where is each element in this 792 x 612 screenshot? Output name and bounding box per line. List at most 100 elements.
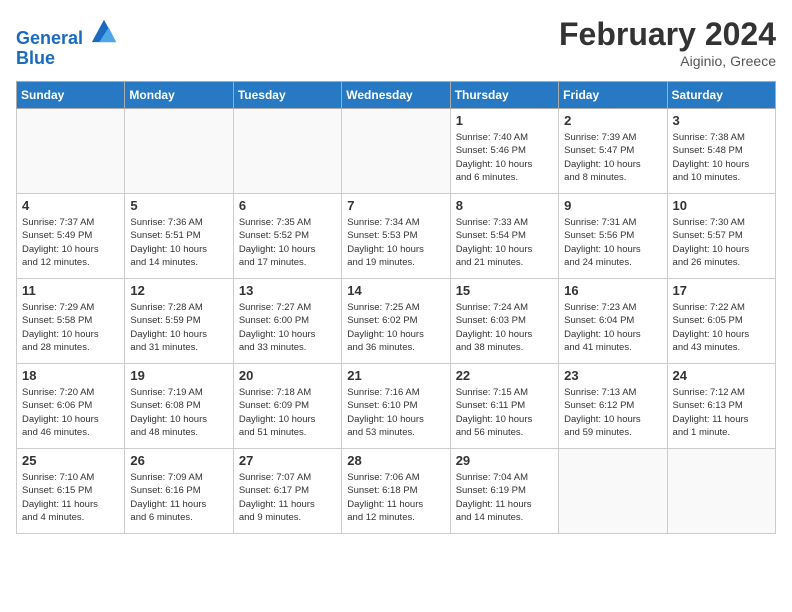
day-number: 19 <box>130 368 227 383</box>
day-info: Sunrise: 7:39 AM Sunset: 5:47 PM Dayligh… <box>564 131 661 184</box>
calendar-cell <box>667 449 775 534</box>
day-number: 25 <box>22 453 119 468</box>
calendar-cell: 12 Sunrise: 7:28 AM Sunset: 5:59 PM Dayli… <box>125 279 233 364</box>
day-info: Sunrise: 7:10 AM Sunset: 6:15 PM Dayligh… <box>22 471 119 524</box>
week-row-4: 18 Sunrise: 7:20 AM Sunset: 6:06 PM Dayli… <box>17 364 776 449</box>
day-info: Sunrise: 7:28 AM Sunset: 5:59 PM Dayligh… <box>130 301 227 354</box>
weekday-header-saturday: Saturday <box>667 82 775 109</box>
day-number: 21 <box>347 368 444 383</box>
calendar-cell: 25 Sunrise: 7:10 AM Sunset: 6:15 PM Dayli… <box>17 449 125 534</box>
calendar-cell: 4Sunrise: 7:37 AM Sunset: 5:49 PM Daylig… <box>17 194 125 279</box>
day-number: 6 <box>239 198 336 213</box>
day-info: Sunrise: 7:24 AM Sunset: 6:03 PM Dayligh… <box>456 301 553 354</box>
calendar-cell: 26Sunrise: 7:09 AM Sunset: 6:16 PM Dayli… <box>125 449 233 534</box>
calendar-cell: 1Sunrise: 7:40 AM Sunset: 5:46 PM Daylig… <box>450 109 558 194</box>
day-number: 11 <box>22 283 119 298</box>
day-info: Sunrise: 7:07 AM Sunset: 6:17 PM Dayligh… <box>239 471 336 524</box>
calendar-cell: 22 Sunrise: 7:15 AM Sunset: 6:11 PM Dayli… <box>450 364 558 449</box>
location: Aiginio, Greece <box>559 53 776 69</box>
day-info: Sunrise: 7:36 AM Sunset: 5:51 PM Dayligh… <box>130 216 227 269</box>
day-number: 2 <box>564 113 661 128</box>
day-info: Sunrise: 7:19 AM Sunset: 6:08 PM Dayligh… <box>130 386 227 439</box>
logo: General Blue <box>16 16 118 69</box>
day-number: 3 <box>673 113 770 128</box>
day-info: Sunrise: 7:27 AM Sunset: 6:00 PM Dayligh… <box>239 301 336 354</box>
calendar-cell: 6 Sunrise: 7:35 AM Sunset: 5:52 PM Daylig… <box>233 194 341 279</box>
day-info: Sunrise: 7:25 AM Sunset: 6:02 PM Dayligh… <box>347 301 444 354</box>
day-info: Sunrise: 7:38 AM Sunset: 5:48 PM Dayligh… <box>673 131 770 184</box>
calendar-cell: 8 Sunrise: 7:33 AM Sunset: 5:54 PM Daylig… <box>450 194 558 279</box>
day-info: Sunrise: 7:30 AM Sunset: 5:57 PM Dayligh… <box>673 216 770 269</box>
day-info: Sunrise: 7:34 AM Sunset: 5:53 PM Dayligh… <box>347 216 444 269</box>
weekday-header-tuesday: Tuesday <box>233 82 341 109</box>
day-number: 28 <box>347 453 444 468</box>
calendar-cell: 28 Sunrise: 7:06 AM Sunset: 6:18 PM Dayli… <box>342 449 450 534</box>
week-row-3: 11 Sunrise: 7:29 AM Sunset: 5:58 PM Dayli… <box>17 279 776 364</box>
day-number: 1 <box>456 113 553 128</box>
calendar-cell: 9 Sunrise: 7:31 AM Sunset: 5:56 PM Daylig… <box>559 194 667 279</box>
calendar-cell: 18 Sunrise: 7:20 AM Sunset: 6:06 PM Dayli… <box>17 364 125 449</box>
calendar-cell: 17Sunrise: 7:22 AM Sunset: 6:05 PM Dayli… <box>667 279 775 364</box>
day-info: Sunrise: 7:06 AM Sunset: 6:18 PM Dayligh… <box>347 471 444 524</box>
logo-text: General <box>16 16 118 49</box>
weekday-header-thursday: Thursday <box>450 82 558 109</box>
weekday-header-sunday: Sunday <box>17 82 125 109</box>
day-number: 29 <box>456 453 553 468</box>
title-section: February 2024 Aiginio, Greece <box>559 16 776 69</box>
day-number: 16 <box>564 283 661 298</box>
day-info: Sunrise: 7:04 AM Sunset: 6:19 PM Dayligh… <box>456 471 553 524</box>
day-number: 7 <box>347 198 444 213</box>
calendar-cell: 23 Sunrise: 7:13 AM Sunset: 6:12 PM Dayli… <box>559 364 667 449</box>
day-number: 24 <box>673 368 770 383</box>
day-number: 10 <box>673 198 770 213</box>
day-info: Sunrise: 7:20 AM Sunset: 6:06 PM Dayligh… <box>22 386 119 439</box>
logo-text2: Blue <box>16 49 118 69</box>
day-number: 26 <box>130 453 227 468</box>
weekday-header-row: SundayMondayTuesdayWednesdayThursdayFrid… <box>17 82 776 109</box>
calendar-cell: 13 Sunrise: 7:27 AM Sunset: 6:00 PM Dayli… <box>233 279 341 364</box>
day-info: Sunrise: 7:29 AM Sunset: 5:58 PM Dayligh… <box>22 301 119 354</box>
weekday-header-friday: Friday <box>559 82 667 109</box>
day-number: 22 <box>456 368 553 383</box>
day-number: 14 <box>347 283 444 298</box>
calendar-cell: 14 Sunrise: 7:25 AM Sunset: 6:02 PM Dayli… <box>342 279 450 364</box>
day-number: 12 <box>130 283 227 298</box>
month-title: February 2024 <box>559 16 776 53</box>
day-number: 8 <box>456 198 553 213</box>
day-info: Sunrise: 7:23 AM Sunset: 6:04 PM Dayligh… <box>564 301 661 354</box>
logo-icon <box>90 16 118 44</box>
day-info: Sunrise: 7:12 AM Sunset: 6:13 PM Dayligh… <box>673 386 770 439</box>
day-number: 9 <box>564 198 661 213</box>
day-info: Sunrise: 7:13 AM Sunset: 6:12 PM Dayligh… <box>564 386 661 439</box>
calendar-cell: 20 Sunrise: 7:18 AM Sunset: 6:09 PM Dayli… <box>233 364 341 449</box>
day-number: 18 <box>22 368 119 383</box>
day-number: 5 <box>130 198 227 213</box>
calendar-cell: 27 Sunrise: 7:07 AM Sunset: 6:17 PM Dayli… <box>233 449 341 534</box>
calendar-cell: 11 Sunrise: 7:29 AM Sunset: 5:58 PM Dayli… <box>17 279 125 364</box>
calendar-cell: 29 Sunrise: 7:04 AM Sunset: 6:19 PM Dayli… <box>450 449 558 534</box>
day-number: 13 <box>239 283 336 298</box>
calendar-table: SundayMondayTuesdayWednesdayThursdayFrid… <box>16 81 776 534</box>
day-number: 23 <box>564 368 661 383</box>
calendar-cell <box>125 109 233 194</box>
day-info: Sunrise: 7:18 AM Sunset: 6:09 PM Dayligh… <box>239 386 336 439</box>
calendar-cell: 3 Sunrise: 7:38 AM Sunset: 5:48 PM Daylig… <box>667 109 775 194</box>
day-info: Sunrise: 7:35 AM Sunset: 5:52 PM Dayligh… <box>239 216 336 269</box>
week-row-2: 4Sunrise: 7:37 AM Sunset: 5:49 PM Daylig… <box>17 194 776 279</box>
calendar-cell: 10 Sunrise: 7:30 AM Sunset: 5:57 PM Dayli… <box>667 194 775 279</box>
calendar-cell <box>233 109 341 194</box>
day-info: Sunrise: 7:31 AM Sunset: 5:56 PM Dayligh… <box>564 216 661 269</box>
calendar-cell: 15Sunrise: 7:24 AM Sunset: 6:03 PM Dayli… <box>450 279 558 364</box>
day-info: Sunrise: 7:22 AM Sunset: 6:05 PM Dayligh… <box>673 301 770 354</box>
calendar-cell: 21 Sunrise: 7:16 AM Sunset: 6:10 PM Dayli… <box>342 364 450 449</box>
day-info: Sunrise: 7:33 AM Sunset: 5:54 PM Dayligh… <box>456 216 553 269</box>
calendar-cell: 19 Sunrise: 7:19 AM Sunset: 6:08 PM Dayli… <box>125 364 233 449</box>
day-number: 20 <box>239 368 336 383</box>
calendar-cell: 7 Sunrise: 7:34 AM Sunset: 5:53 PM Daylig… <box>342 194 450 279</box>
calendar-cell: 24 Sunrise: 7:12 AM Sunset: 6:13 PM Dayli… <box>667 364 775 449</box>
day-number: 27 <box>239 453 336 468</box>
day-info: Sunrise: 7:15 AM Sunset: 6:11 PM Dayligh… <box>456 386 553 439</box>
day-info: Sunrise: 7:16 AM Sunset: 6:10 PM Dayligh… <box>347 386 444 439</box>
page-header: General Blue February 2024 Aiginio, Gree… <box>16 16 776 69</box>
calendar-cell <box>342 109 450 194</box>
